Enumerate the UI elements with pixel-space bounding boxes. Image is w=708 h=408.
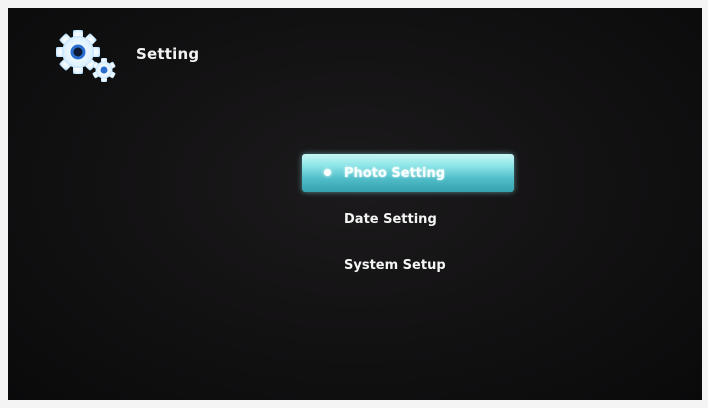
tv-screen: Setting Photo Setting Date Setting Syste… bbox=[8, 8, 702, 400]
selected-bullet-icon bbox=[324, 169, 331, 176]
menu-item-system-setup[interactable]: System Setup bbox=[302, 246, 514, 284]
gears-icon bbox=[48, 22, 132, 86]
menu-item-label: System Setup bbox=[344, 257, 446, 273]
menu-item-date-setting[interactable]: Date Setting bbox=[302, 200, 514, 238]
menu-item-label: Date Setting bbox=[344, 211, 437, 227]
page-title: Setting bbox=[136, 45, 200, 63]
header: Setting bbox=[48, 22, 199, 86]
settings-menu: Photo Setting Date Setting System Setup bbox=[302, 154, 514, 292]
menu-item-photo-setting[interactable]: Photo Setting bbox=[302, 154, 514, 192]
